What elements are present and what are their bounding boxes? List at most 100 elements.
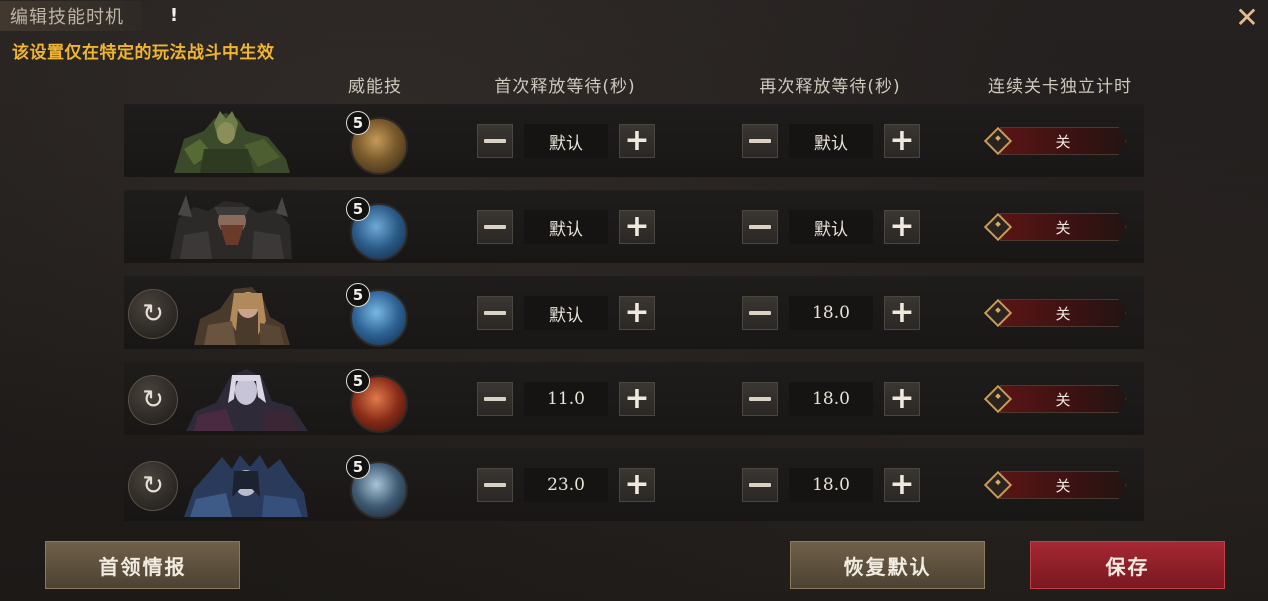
hero-portrait <box>164 195 294 259</box>
hero-row: ↻ 5 11.0 + 18.0 + 关 <box>124 362 1144 435</box>
reset-timing-button[interactable]: ↻ <box>128 375 178 425</box>
repeat-wait-stepper: 18.0 + <box>742 295 920 331</box>
skill-level-badge: 5 <box>346 197 370 221</box>
plus-icon: + <box>624 467 650 502</box>
repeat-wait-value: 18.0 <box>789 468 873 502</box>
hero-portrait <box>180 453 310 517</box>
increase-first-wait-button[interactable]: + <box>619 210 655 244</box>
minus-icon <box>749 311 771 315</box>
reset-timing-button[interactable]: ↻ <box>128 289 178 339</box>
header-skill: 威能技 <box>348 77 402 97</box>
hero-portrait <box>180 367 310 431</box>
reset-arrow-icon: ↻ <box>142 385 164 415</box>
close-icon: ✕ <box>1235 0 1259 34</box>
skill-slot[interactable]: 5 <box>346 369 408 433</box>
minus-icon <box>484 311 506 315</box>
repeat-wait-value: 18.0 <box>789 296 873 330</box>
toggle-label: 关 <box>1000 299 1126 327</box>
decrease-first-wait-button[interactable] <box>477 210 513 244</box>
plus-icon: + <box>889 467 915 502</box>
toggle-label: 关 <box>1000 213 1126 241</box>
increase-first-wait-button[interactable]: + <box>619 468 655 502</box>
reset-timing-button[interactable]: ↻ <box>128 461 178 511</box>
increase-first-wait-button[interactable]: + <box>619 382 655 416</box>
skill-level-badge: 5 <box>346 455 370 479</box>
plus-icon: + <box>889 209 915 244</box>
boss-info-button[interactable]: 首领情报 <box>45 541 240 589</box>
decrease-repeat-wait-button[interactable] <box>742 210 778 244</box>
page-title: 编辑技能时机 <box>0 1 142 31</box>
independent-timer-toggle[interactable]: 关 <box>983 212 1130 242</box>
repeat-wait-value: 18.0 <box>789 382 873 416</box>
first-wait-stepper: 默认 + <box>477 209 655 245</box>
repeat-wait-value: 默认 <box>789 210 873 244</box>
decrease-first-wait-button[interactable] <box>477 296 513 330</box>
independent-timer-toggle[interactable]: 关 <box>983 384 1130 414</box>
decrease-repeat-wait-button[interactable] <box>742 124 778 158</box>
decrease-repeat-wait-button[interactable] <box>742 382 778 416</box>
repeat-wait-value: 默认 <box>789 124 873 158</box>
plus-icon: + <box>889 123 915 158</box>
restore-default-button[interactable]: 恢复默认 <box>790 541 985 589</box>
reset-arrow-icon: ↻ <box>142 471 164 501</box>
first-wait-value: 默认 <box>524 296 608 330</box>
first-wait-stepper: 11.0 + <box>477 381 655 417</box>
first-wait-stepper: 默认 + <box>477 295 655 331</box>
increase-repeat-wait-button[interactable]: + <box>884 468 920 502</box>
header-first-wait: 首次释放等待(秒) <box>494 77 636 97</box>
independent-timer-toggle[interactable]: 关 <box>983 298 1130 328</box>
increase-first-wait-button[interactable]: + <box>619 296 655 330</box>
skill-level-badge: 5 <box>346 369 370 393</box>
hero-portrait <box>164 109 294 173</box>
first-wait-value: 23.0 <box>524 468 608 502</box>
hero-row: ↻ 5 默认 + 18.0 + 关 <box>124 276 1144 349</box>
toggle-label: 关 <box>1000 127 1126 155</box>
close-button[interactable]: ✕ <box>1232 0 1262 34</box>
toggle-label: 关 <box>1000 471 1126 499</box>
plus-icon: + <box>889 381 915 416</box>
minus-icon <box>749 483 771 487</box>
decrease-first-wait-button[interactable] <box>477 382 513 416</box>
decrease-repeat-wait-button[interactable] <box>742 296 778 330</box>
minus-icon <box>749 225 771 229</box>
increase-repeat-wait-button[interactable]: + <box>884 296 920 330</box>
plus-icon: + <box>624 381 650 416</box>
first-wait-value: 默认 <box>524 124 608 158</box>
skill-slot[interactable]: 5 <box>346 111 408 175</box>
first-wait-stepper: 23.0 + <box>477 467 655 503</box>
save-button[interactable]: 保存 <box>1030 541 1225 589</box>
hero-row: ↻ 5 23.0 + 18.0 + 关 <box>124 448 1144 521</box>
minus-icon <box>484 225 506 229</box>
first-wait-value: 默认 <box>524 210 608 244</box>
repeat-wait-stepper: 默认 + <box>742 123 920 159</box>
independent-timer-toggle[interactable]: 关 <box>983 470 1130 500</box>
toggle-label: 关 <box>1000 385 1126 413</box>
increase-repeat-wait-button[interactable]: + <box>884 124 920 158</box>
minus-icon <box>484 483 506 487</box>
decrease-repeat-wait-button[interactable] <box>742 468 778 502</box>
independent-timer-toggle[interactable]: 关 <box>983 126 1130 156</box>
minus-icon <box>484 139 506 143</box>
skill-slot[interactable]: 5 <box>346 197 408 261</box>
increase-repeat-wait-button[interactable]: + <box>884 210 920 244</box>
plus-icon: + <box>624 209 650 244</box>
skill-slot[interactable]: 5 <box>346 283 408 347</box>
decrease-first-wait-button[interactable] <box>477 468 513 502</box>
skill-level-badge: 5 <box>346 283 370 307</box>
repeat-wait-stepper: 默认 + <box>742 209 920 245</box>
header-repeat-wait: 再次释放等待(秒) <box>759 77 901 97</box>
plus-icon: + <box>889 295 915 330</box>
repeat-wait-stepper: 18.0 + <box>742 381 920 417</box>
warning-icon[interactable]: ! <box>162 3 186 27</box>
first-wait-stepper: 默认 + <box>477 123 655 159</box>
notice-text: 该设置仅在特定的玩法战斗中生效 <box>12 43 275 63</box>
minus-icon <box>749 139 771 143</box>
title-bar: 编辑技能时机 <box>0 0 142 32</box>
decrease-first-wait-button[interactable] <box>477 124 513 158</box>
increase-first-wait-button[interactable]: + <box>619 124 655 158</box>
skill-slot[interactable]: 5 <box>346 455 408 519</box>
plus-icon: + <box>624 295 650 330</box>
hero-row: 5 默认 + 默认 + 关 <box>124 104 1144 177</box>
increase-repeat-wait-button[interactable]: + <box>884 382 920 416</box>
repeat-wait-stepper: 18.0 + <box>742 467 920 503</box>
